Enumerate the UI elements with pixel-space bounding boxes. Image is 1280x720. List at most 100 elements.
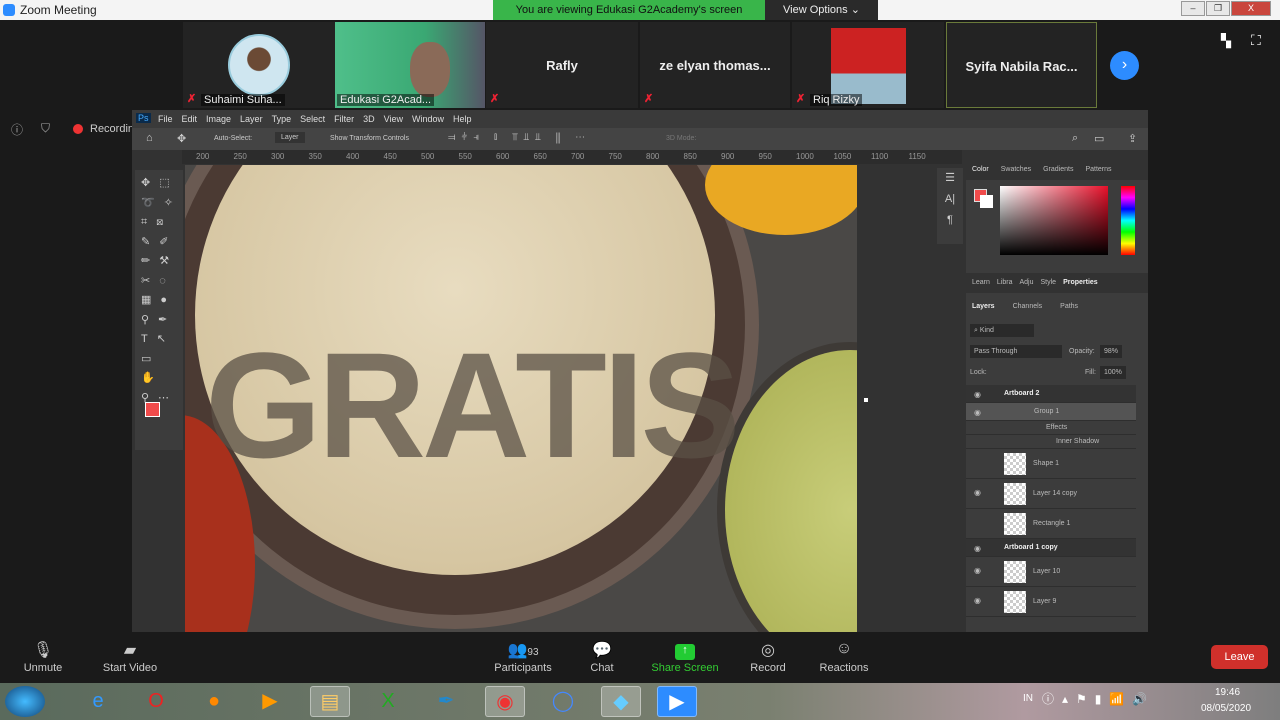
- menu-help[interactable]: Help: [453, 114, 472, 124]
- menu-view[interactable]: View: [384, 114, 403, 124]
- menu-filter[interactable]: Filter: [334, 114, 354, 124]
- visibility-eye-icon[interactable]: ◉: [974, 544, 981, 553]
- participant-tile[interactable]: ze elyan thomas... ✗: [640, 22, 790, 108]
- search-icon[interactable]: ⌕: [1072, 132, 1078, 145]
- menu-window[interactable]: Window: [412, 114, 444, 124]
- ruler-tick: 1050: [833, 152, 852, 161]
- next-page-button[interactable]: ›: [1110, 51, 1139, 80]
- layer-row[interactable]: Rectangle 1: [966, 509, 1136, 539]
- participant-tile-active[interactable]: Syifa Nabila Rac...: [946, 22, 1097, 108]
- layer-row[interactable]: Effects: [966, 421, 1136, 435]
- tab-patterns[interactable]: Patterns: [1085, 166, 1111, 174]
- tab-libraries[interactable]: Libra: [997, 279, 1013, 287]
- layer-row[interactable]: Shape 1: [966, 449, 1136, 479]
- media-player-icon[interactable]: ▶: [250, 686, 290, 717]
- visibility-eye-icon[interactable]: ◉: [974, 390, 981, 399]
- firefox-icon[interactable]: ●: [194, 686, 234, 717]
- view-options-button[interactable]: View Options ⌄: [765, 0, 878, 20]
- menu-select[interactable]: Select: [300, 114, 325, 124]
- show-transform-checkbox[interactable]: Show Transform Controls: [330, 135, 409, 142]
- start-button[interactable]: [5, 686, 45, 717]
- app2-icon[interactable]: ◆: [601, 686, 641, 717]
- foreground-color-swatch[interactable]: [145, 402, 160, 417]
- layer-row[interactable]: ◉ Layer 9: [966, 587, 1136, 617]
- share-screen-button[interactable]: ↑ Share Screen: [645, 640, 725, 674]
- excel-icon[interactable]: X: [368, 686, 408, 717]
- menu-3d[interactable]: 3D: [363, 114, 375, 124]
- clock-date[interactable]: 08/05/2020: [1201, 703, 1251, 714]
- layer-row[interactable]: ◉ Artboard 2: [966, 385, 1136, 403]
- auto-select-checkbox[interactable]: Auto-Select:: [214, 135, 252, 142]
- tab-properties[interactable]: Properties: [1063, 279, 1098, 287]
- menu-layer[interactable]: Layer: [240, 114, 263, 124]
- close-button[interactable]: X: [1231, 1, 1271, 16]
- language-indicator[interactable]: IN: [1023, 693, 1033, 704]
- app-icon[interactable]: ✒: [426, 686, 466, 717]
- tab-learn[interactable]: Learn: [972, 279, 990, 287]
- participant-tile[interactable]: ✗ Suhaimi Suha...: [183, 22, 335, 108]
- tab-channels[interactable]: Channels: [1013, 303, 1043, 311]
- fullscreen-icon[interactable]: ⛶: [1251, 32, 1261, 49]
- menu-image[interactable]: Image: [206, 114, 231, 124]
- layer-row[interactable]: ◉ Group 1: [966, 403, 1136, 421]
- explorer-icon[interactable]: ▤: [310, 686, 350, 717]
- clock-time[interactable]: 19:46: [1215, 687, 1240, 698]
- tab-paths[interactable]: Paths: [1060, 303, 1078, 311]
- tab-layers[interactable]: Layers: [972, 303, 995, 311]
- maximize-button[interactable]: ❐: [1206, 1, 1230, 16]
- reactions-button[interactable]: ☺ Reactions: [804, 640, 884, 674]
- tool-icons[interactable]: ✥⬚ ➰✧ ⌗⊠ ✎✐ ✏⚒ ✂◌ ▦● ⚲✒ T↖ ▭✋ ⚲⋯: [135, 170, 183, 412]
- panel-icons[interactable]: ☰ A| ¶: [937, 168, 963, 244]
- start-video-button[interactable]: ▰ Start Video: [90, 640, 170, 674]
- chrome-icon[interactable]: ◉: [485, 686, 525, 717]
- layout-icon[interactable]: ▚: [1221, 33, 1231, 49]
- align-icons[interactable]: ⫤⫩⫣ ⫾ ⫪⫫⫫ ⫼ ⋯: [448, 132, 591, 143]
- chromium-icon[interactable]: ◯: [543, 686, 583, 717]
- workspace-icon[interactable]: ▭: [1094, 132, 1104, 145]
- bg-color-chip[interactable]: [980, 195, 993, 208]
- chat-button[interactable]: 💬 Chat: [562, 640, 642, 674]
- layer-row[interactable]: ◉ Layer 14 copy: [966, 479, 1136, 509]
- tab-styles[interactable]: Style: [1041, 279, 1057, 287]
- layer-row[interactable]: ◉ Artboard 1 copy: [966, 539, 1136, 557]
- participant-tile[interactable]: Edukasi G2Acad...: [335, 22, 485, 108]
- layer-row[interactable]: Inner Shadow: [966, 435, 1136, 449]
- minimize-button[interactable]: –: [1181, 1, 1205, 16]
- menu-edit[interactable]: Edit: [182, 114, 198, 124]
- visibility-eye-icon[interactable]: ◉: [974, 566, 981, 575]
- menu-type[interactable]: Type: [272, 114, 292, 124]
- artboard-handle[interactable]: [864, 398, 868, 402]
- shield-icon[interactable]: ⛉: [41, 121, 50, 136]
- zoom-taskbar-icon[interactable]: ▶: [657, 686, 697, 717]
- visibility-eye-icon[interactable]: ◉: [974, 488, 981, 497]
- tab-gradients[interactable]: Gradients: [1043, 166, 1073, 174]
- leave-button[interactable]: Leave: [1211, 645, 1268, 669]
- color-picker-field[interactable]: [1000, 186, 1108, 255]
- participant-tile[interactable]: ✗ Riq Rizky: [792, 22, 944, 108]
- ie-icon[interactable]: e: [78, 686, 118, 717]
- hue-slider[interactable]: [1121, 186, 1135, 255]
- unmute-button[interactable]: 🎙 Unmute: [3, 640, 83, 674]
- visibility-eye-icon[interactable]: ◉: [974, 596, 981, 605]
- participant-tile[interactable]: Rafly ✗: [486, 22, 638, 108]
- fill-input[interactable]: 100%: [1100, 366, 1126, 379]
- visibility-eye-icon[interactable]: ◉: [974, 408, 981, 417]
- share-icon[interactable]: ⇪: [1128, 132, 1137, 145]
- record-button[interactable]: ◎ Record: [728, 640, 808, 674]
- opera-icon[interactable]: O: [136, 686, 176, 717]
- layer-row[interactable]: ◉ Layer 10: [966, 557, 1136, 587]
- home-icon[interactable]: ⌂: [146, 132, 153, 144]
- info-icon[interactable]: ⓘ: [11, 121, 23, 138]
- menu-file[interactable]: File: [158, 114, 173, 124]
- document-canvas[interactable]: GRATIS: [185, 165, 857, 632]
- move-tool-icon[interactable]: ✥: [177, 132, 186, 145]
- opacity-input[interactable]: 98%: [1100, 345, 1123, 358]
- tab-color[interactable]: Color: [972, 166, 989, 174]
- participants-button[interactable]: 👥93 Participants: [483, 640, 563, 674]
- layer-select-dropdown[interactable]: Layer: [275, 132, 305, 143]
- blend-mode-dropdown[interactable]: Pass Through: [970, 345, 1062, 358]
- tray-icons[interactable]: ⓘ▴⚑▮📶🔊: [1042, 690, 1155, 707]
- tab-adjustments[interactable]: Adju: [1019, 279, 1033, 287]
- tab-swatches[interactable]: Swatches: [1001, 166, 1031, 174]
- filter-kind-dropdown[interactable]: ⌕ Kind: [970, 324, 1034, 337]
